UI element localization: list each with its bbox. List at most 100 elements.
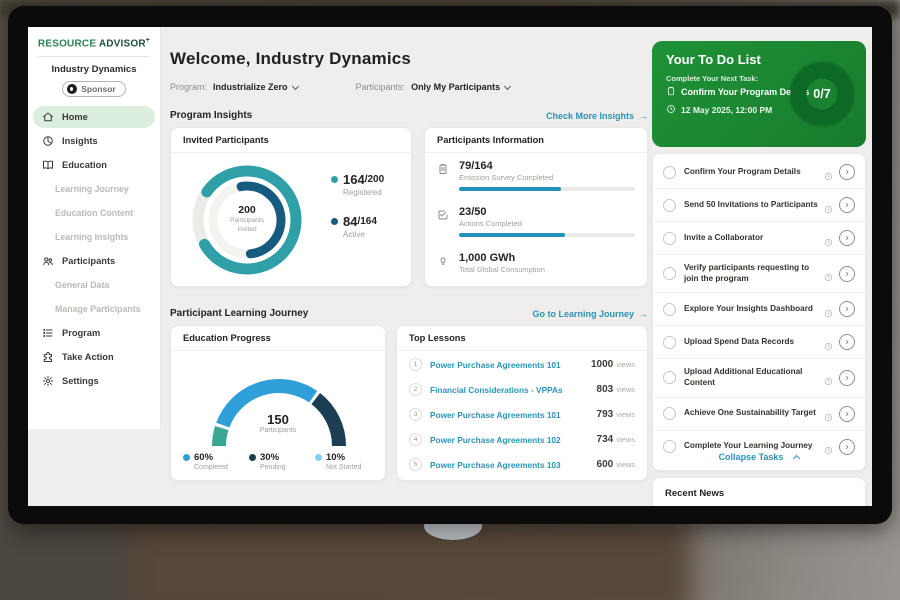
lesson-row: 5 Power Purchase Agreements 103 600 view… [397, 452, 647, 477]
sidebar-item-manage-participants[interactable]: Manage Participants [33, 298, 155, 320]
lesson-title-link[interactable]: Financial Considerations - VPPAs [430, 385, 597, 395]
legend-value: 84 [343, 214, 357, 229]
task-checkbox[interactable] [663, 232, 676, 245]
sidebar-item-label: Participants [62, 256, 115, 266]
task-open-button[interactable] [839, 301, 855, 317]
sidebar-item-program[interactable]: Program [33, 322, 155, 344]
info-value: 1,000 GWh [459, 252, 637, 264]
top-lessons-card: Top Lessons 1 Power Purchase Agreements … [396, 325, 648, 481]
chevron-up-icon [793, 454, 800, 461]
go-to-learning-journey-link[interactable]: Go to Learning Journey → [532, 309, 648, 319]
gauge-center-label: 150 Participants [171, 412, 385, 434]
lesson-views: 600 [597, 459, 614, 470]
legend-total: /200 [365, 174, 384, 185]
todo-title: Your To Do List [666, 52, 761, 67]
lesson-title-link[interactable]: Power Purchase Agreements 103 [430, 460, 597, 470]
todo-subtitle: Complete Your Next Task: [666, 74, 758, 83]
task-label: Upload Additional Educational Content [684, 367, 824, 388]
task-row[interactable]: Explore Your Insights Dashboard [653, 293, 865, 326]
org-name: Industry Dynamics [28, 64, 160, 75]
collapse-tasks-link[interactable]: Collapse Tasks [653, 452, 865, 462]
task-row[interactable]: Verify participants requesting to join t… [653, 255, 865, 293]
sidebar-item-insights[interactable]: Insights [33, 130, 155, 152]
sidebar-item-home[interactable]: Home [33, 106, 155, 128]
clipboard-icon [666, 86, 676, 98]
sidebar-item-learning-journey[interactable]: Learning Journey [33, 178, 155, 200]
legend-item: 164 /200 Registered [331, 172, 384, 197]
lesson-title-link[interactable]: Power Purchase Agreements 102 [430, 435, 597, 445]
sidebar-item-label: Learning Insights [55, 232, 128, 242]
learning-journey-header: Participant Learning Journey Go to Learn… [170, 308, 648, 319]
task-open-button[interactable] [839, 197, 855, 213]
invited-total-caption-1: Participants [207, 216, 287, 225]
task-open-button[interactable] [839, 230, 855, 246]
lesson-title-link[interactable]: Power Purchase Agreements 101 [430, 410, 597, 420]
task-row[interactable]: Invite a Collaborator [653, 222, 865, 255]
task-open-button[interactable] [839, 334, 855, 350]
sidebar-item-participants[interactable]: Participants [33, 250, 155, 272]
todo-summary-card: Your To Do List Complete Your Next Task:… [652, 41, 866, 147]
task-row[interactable]: Upload Spend Data Records [653, 326, 865, 359]
task-row[interactable]: Achieve One Sustainability Target [653, 398, 865, 431]
task-checkbox[interactable] [663, 166, 676, 179]
lesson-title-link[interactable]: Power Purchase Agreements 101 [430, 360, 591, 370]
participants-filter[interactable]: Only My Participants [411, 82, 510, 92]
participants-icon [42, 255, 54, 267]
task-due-icon [824, 168, 833, 177]
todo-tasks-card: Confirm Your Program Details Send 50 Inv… [652, 153, 866, 471]
sidebar-item-education[interactable]: Education [33, 154, 155, 176]
sidebar-divider [38, 56, 150, 57]
program-filter-value: Industrialize Zero [213, 82, 288, 92]
sidebar: RESOURCE ADVISOR+ Industry Dynamics Spon… [28, 27, 161, 429]
sponsor-badge-label: Sponsor [81, 84, 115, 94]
info-row: 23/50 Actions Completed [437, 206, 637, 237]
invited-total: 200 [207, 204, 287, 216]
todo-due: 12 May 2025, 12:00 PM [666, 104, 772, 116]
education-progress-title: Education Progress [171, 326, 385, 351]
task-open-button[interactable] [839, 406, 855, 422]
check-more-insights-link[interactable]: Check More Insights → [546, 111, 648, 121]
top-lessons-list: 1 Power Purchase Agreements 101 1000 vie… [397, 352, 647, 477]
lesson-rank: 4 [409, 433, 422, 446]
photo-backdrop: RESOURCE ADVISOR+ Industry Dynamics Spon… [0, 0, 900, 600]
lesson-views-suffix: views [616, 460, 635, 469]
sidebar-item-label: General Data [55, 280, 109, 290]
info-row: 1,000 GWh Total Global Consumption [437, 252, 637, 274]
sponsor-badge[interactable]: Sponsor [62, 81, 125, 97]
legend-value: 60% [194, 452, 213, 463]
sidebar-item-settings[interactable]: Settings [33, 370, 155, 392]
progress-bar [459, 187, 635, 191]
task-checkbox[interactable] [663, 407, 676, 420]
lesson-views: 793 [597, 409, 614, 420]
task-open-button[interactable] [839, 164, 855, 180]
task-row[interactable]: Confirm Your Program Details [653, 156, 865, 189]
info-value: 79/164 [459, 160, 637, 172]
sidebar-item-take-action[interactable]: Take Action [33, 346, 155, 368]
task-checkbox[interactable] [663, 303, 676, 316]
task-row[interactable]: Send 50 Invitations to Participants [653, 189, 865, 222]
task-row[interactable]: Upload Additional Educational Content [653, 359, 865, 397]
app-window: RESOURCE ADVISOR+ Industry Dynamics Spon… [28, 27, 872, 506]
task-label: Invite a Collaborator [684, 233, 824, 244]
donut-center-label: 200 Participants Invited [207, 204, 287, 234]
sidebar-item-general-data[interactable]: General Data [33, 274, 155, 296]
sidebar-item-education-content[interactable]: Education Content [33, 202, 155, 224]
task-open-button[interactable] [839, 266, 855, 282]
program-insights-header: Program Insights Check More Insights → [170, 110, 648, 121]
legend-value: 10% [326, 452, 345, 463]
task-due-icon [824, 338, 833, 347]
task-checkbox[interactable] [663, 336, 676, 349]
sidebar-item-learning-insights[interactable]: Learning Insights [33, 226, 155, 248]
program-filter[interactable]: Industrialize Zero [213, 82, 298, 92]
sidebar-item-label: Education Content [55, 208, 133, 218]
task-checkbox[interactable] [663, 199, 676, 212]
task-open-button[interactable] [839, 370, 855, 386]
education-icon [42, 159, 54, 171]
task-checkbox[interactable] [663, 371, 676, 384]
program-icon [42, 327, 54, 339]
page-title: Welcome, Industry Dynamics [170, 49, 411, 69]
task-checkbox[interactable] [663, 267, 676, 280]
logo-advisor: ADVISOR [99, 38, 146, 49]
lesson-views: 803 [597, 384, 614, 395]
gauge-legend: 60% Completed 30% Pending 10% Not Starte… [183, 452, 381, 471]
